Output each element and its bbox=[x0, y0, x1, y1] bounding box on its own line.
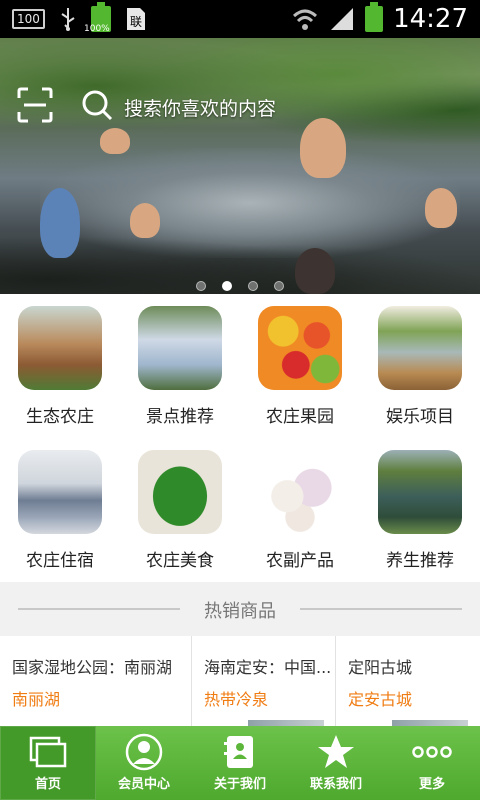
pager-dot[interactable] bbox=[248, 281, 258, 291]
banner-person bbox=[100, 128, 130, 154]
lodging-thumbnail bbox=[18, 450, 102, 534]
signal-percent-badge: 100 bbox=[12, 9, 45, 29]
banner-person bbox=[40, 188, 80, 258]
status-bar: 100 联 100% 14:27 bbox=[0, 0, 480, 38]
attractions-thumbnail bbox=[138, 306, 222, 390]
usb-icon bbox=[61, 8, 75, 31]
more-icon bbox=[412, 746, 452, 758]
entertainment-thumbnail bbox=[378, 306, 462, 390]
nav-label: 关于我们 bbox=[213, 777, 266, 792]
category-wellness[interactable]: 养生推荐 bbox=[360, 438, 480, 582]
product-card[interactable]: 定阳古城 定安古城 bbox=[336, 636, 480, 728]
banner-person bbox=[130, 203, 160, 238]
product-subtitle: 南丽湖 bbox=[12, 690, 61, 709]
banner-person bbox=[425, 188, 457, 228]
cell-signal-icon bbox=[331, 8, 354, 30]
nav-home[interactable]: 首页 bbox=[0, 726, 96, 800]
nav-label: 首页 bbox=[34, 777, 61, 792]
search-input[interactable]: 搜索你喜欢的内容 bbox=[124, 94, 276, 121]
home-icon bbox=[29, 736, 67, 768]
category-label: 景点推荐 bbox=[146, 407, 214, 427]
battery-percent: 100% bbox=[84, 24, 110, 34]
pager-dot[interactable] bbox=[274, 281, 284, 291]
nav-more[interactable]: 更多 bbox=[384, 726, 480, 800]
product-title: 国家湿地公园：南丽湖 bbox=[12, 658, 173, 677]
category-label: 农副产品 bbox=[266, 551, 334, 571]
scan-icon[interactable] bbox=[16, 86, 54, 124]
wellness-thumbnail bbox=[378, 450, 462, 534]
category-produce[interactable]: 农副产品 bbox=[240, 438, 360, 582]
battery-icon bbox=[365, 2, 384, 32]
search-icon[interactable] bbox=[80, 88, 114, 122]
bottom-nav: 首页 会员中心 关于我们 联系我们 更多 bbox=[0, 726, 480, 800]
nav-label: 会员中心 bbox=[117, 777, 170, 792]
category-label: 养生推荐 bbox=[386, 551, 454, 571]
hot-products-list: 国家湿地公园：南丽湖 南丽湖 海南定安：中国... 热带冷泉 定阳古城 定安古城 bbox=[0, 636, 480, 728]
product-title: 定阳古城 bbox=[348, 658, 413, 677]
eco-farm-thumbnail bbox=[18, 306, 102, 390]
nav-label: 联系我们 bbox=[309, 777, 362, 792]
pager-dot-active[interactable] bbox=[222, 281, 232, 291]
category-entertainment[interactable]: 娱乐项目 bbox=[360, 294, 480, 438]
hot-products-header: 热销商品 bbox=[0, 582, 480, 636]
nav-label: 更多 bbox=[418, 777, 445, 792]
produce-thumbnail bbox=[258, 450, 342, 534]
product-subtitle: 定安古城 bbox=[348, 690, 413, 709]
food-thumbnail bbox=[138, 450, 222, 534]
product-subtitle: 热带冷泉 bbox=[204, 690, 269, 709]
category-label: 娱乐项目 bbox=[386, 407, 454, 427]
category-orchard[interactable]: 农庄果园 bbox=[240, 294, 360, 438]
category-attractions[interactable]: 景点推荐 bbox=[120, 294, 240, 438]
nav-about[interactable]: 关于我们 bbox=[192, 726, 288, 800]
category-eco-farm[interactable]: 生态农庄 bbox=[0, 294, 120, 438]
category-label: 农庄住宿 bbox=[26, 551, 94, 571]
category-grid: 生态农庄 景点推荐 农庄果园 娱乐项目 农庄住宿 农庄美食 农副产品 养生推荐 bbox=[0, 294, 480, 582]
category-label: 农庄美食 bbox=[146, 551, 214, 571]
svg-text:联: 联 bbox=[130, 15, 142, 29]
category-food[interactable]: 农庄美食 bbox=[120, 438, 240, 582]
category-label: 农庄果园 bbox=[266, 407, 334, 427]
star-icon bbox=[318, 735, 354, 768]
sim-card-icon: 联 bbox=[126, 8, 145, 30]
banner-pager bbox=[0, 281, 480, 291]
hero-banner[interactable]: 搜索你喜欢的内容 bbox=[0, 38, 480, 294]
pager-dot[interactable] bbox=[196, 281, 206, 291]
member-icon bbox=[125, 733, 163, 771]
product-title: 海南定安：中国... bbox=[204, 658, 332, 677]
product-card[interactable]: 海南定安：中国... 热带冷泉 bbox=[192, 636, 336, 728]
nav-member[interactable]: 会员中心 bbox=[96, 726, 192, 800]
about-icon bbox=[224, 736, 253, 768]
category-label: 生态农庄 bbox=[26, 407, 94, 427]
category-lodging[interactable]: 农庄住宿 bbox=[0, 438, 120, 582]
product-card[interactable]: 国家湿地公园：南丽湖 南丽湖 bbox=[0, 636, 192, 728]
hot-products-title: 热销商品 bbox=[204, 601, 276, 622]
nav-contact[interactable]: 联系我们 bbox=[288, 726, 384, 800]
orchard-thumbnail bbox=[258, 306, 342, 390]
wifi-icon bbox=[293, 9, 318, 30]
clock: 14:27 bbox=[393, 4, 468, 34]
banner-person bbox=[300, 118, 346, 178]
